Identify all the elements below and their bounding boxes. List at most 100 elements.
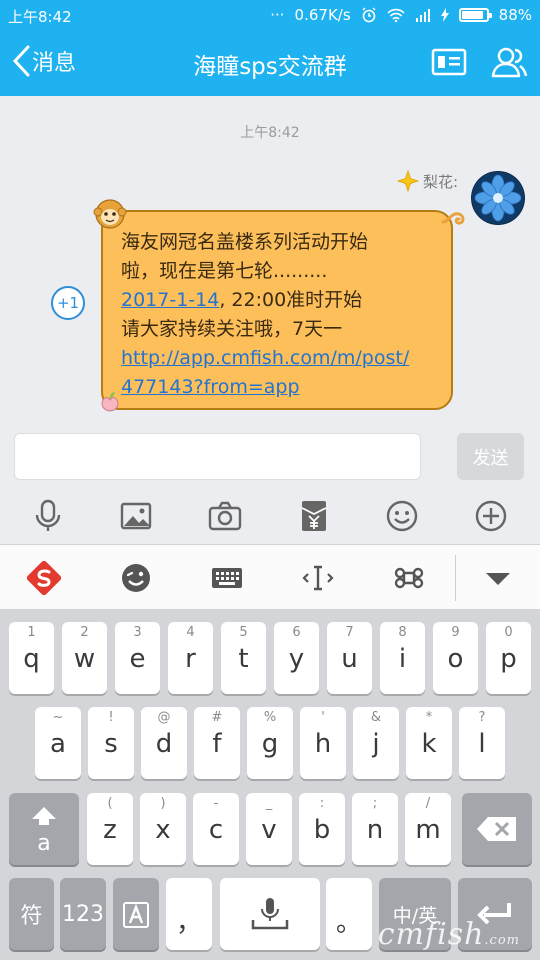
key-letter: k (421, 729, 437, 759)
key-y[interactable]: 6y (274, 622, 319, 694)
key-i[interactable]: 8i (380, 622, 425, 694)
key-hint: 6 (292, 625, 301, 640)
voice-input-icon (251, 898, 289, 930)
key-u[interactable]: 7u (327, 622, 372, 694)
key-h[interactable]: ' h (300, 707, 346, 779)
comma-label: ， (175, 908, 202, 938)
group-members-button[interactable] (489, 44, 529, 80)
camera-button[interactable] (207, 498, 243, 534)
numbers-key[interactable]: 123 (60, 878, 106, 950)
key-m[interactable]: / m (405, 793, 451, 865)
shift-arrow-icon (32, 807, 56, 825)
status-bar: 上午8:42 ··· 0.67K/s 88% (0, 0, 540, 30)
status-indicators: ··· 0.67K/s 88% (270, 6, 532, 24)
cursor-move-icon (302, 565, 334, 591)
chat-area[interactable]: 上午8:42 梨花: +1 海友网冠名盖楼系列活动开始 啦，现在是第七轮....… (0, 96, 540, 426)
key-d[interactable]: @ d (141, 707, 187, 779)
shift-key[interactable]: a (9, 793, 79, 865)
profile-card-icon (431, 48, 467, 76)
date-link[interactable]: 2017-1-14 (121, 289, 219, 311)
keyboard-layout-key[interactable] (113, 878, 159, 950)
key-letter: r (185, 644, 196, 674)
camera-icon (208, 501, 242, 531)
key-e[interactable]: 3e (115, 622, 160, 694)
key-l[interactable]: ? l (459, 707, 505, 779)
key-letter: z (103, 815, 117, 845)
key-f[interactable]: # f (194, 707, 240, 779)
key-x[interactable]: ) x (140, 793, 186, 865)
send-button[interactable]: 发送 (457, 433, 524, 480)
red-packet-button[interactable] (296, 498, 332, 534)
key-w[interactable]: 2w (62, 622, 107, 694)
key-letter: q (23, 644, 40, 674)
key-letter: x (155, 815, 171, 845)
key-hint: : (319, 796, 325, 811)
key-v[interactable]: _ v (246, 793, 292, 865)
period-key[interactable]: 。 (326, 878, 372, 950)
key-letter: n (366, 815, 384, 845)
url-link-part[interactable]: http://app.cmfish.com/m/post/ (121, 347, 409, 369)
key-z[interactable]: (z (87, 793, 133, 865)
keyboard-switch-button[interactable] (209, 560, 245, 596)
backspace-key[interactable] (462, 793, 532, 865)
key-p[interactable]: 0p (486, 622, 531, 694)
key-j[interactable]: & j (353, 707, 399, 779)
key-hint: # (211, 710, 223, 725)
key-a[interactable]: ~ a (35, 707, 81, 779)
key-k[interactable]: * k (406, 707, 452, 779)
url-link-part[interactable]: 477143?from=app (121, 376, 300, 398)
plus-icon (475, 500, 507, 532)
voice-button[interactable] (30, 498, 66, 534)
emoji-button[interactable] (384, 498, 420, 534)
sender-name: 梨花: (422, 172, 458, 191)
key-g[interactable]: % g (247, 707, 293, 779)
back-button[interactable]: 消息 (10, 44, 76, 78)
language-switch-key[interactable]: 中/英 (379, 878, 451, 950)
gallery-button[interactable] (118, 498, 154, 534)
key-hint: 3 (133, 625, 142, 640)
backspace-icon (477, 817, 516, 841)
enter-key[interactable] (458, 878, 532, 950)
more-button[interactable] (473, 498, 509, 534)
key-letter: o (447, 644, 464, 674)
key-letter: c (208, 815, 224, 845)
message-bubble[interactable]: 海友网冠名盖楼系列活动开始 啦，现在是第七轮......... 2017-1-1… (101, 210, 453, 410)
key-q[interactable]: 1q (9, 622, 54, 694)
key-hint: 4 (186, 625, 195, 640)
cursor-move-button[interactable] (300, 560, 336, 596)
key-letter: i (398, 644, 407, 674)
key-o[interactable]: 9o (433, 622, 478, 694)
back-arrow-icon (12, 45, 30, 77)
shortcut-button[interactable] (391, 560, 427, 596)
comma-key[interactable]: ， (166, 878, 212, 950)
peach-decoration-icon (101, 392, 119, 412)
key-letter: g (261, 729, 279, 759)
back-label: 消息 (32, 51, 77, 76)
key-s[interactable]: ! s (88, 707, 134, 779)
key-c[interactable]: -c (193, 793, 239, 865)
ime-logo-button[interactable] (26, 560, 62, 596)
key-letter: w (73, 644, 96, 674)
key-letter: b (313, 815, 331, 845)
symbols-key[interactable]: 符 (9, 878, 54, 950)
keyboard-emoji-button[interactable] (118, 560, 154, 596)
language-label: 中/英 (392, 904, 438, 927)
key-b[interactable]: :b (299, 793, 345, 865)
key-n[interactable]: ; n (352, 793, 398, 865)
message-input[interactable] (14, 433, 421, 480)
url-link[interactable]: http://app.cmfish.com/m/post/ (121, 344, 435, 373)
key-hint: @ (157, 710, 171, 725)
key-r[interactable]: 4r (168, 622, 213, 694)
red-packet-icon (301, 501, 327, 531)
key-t[interactable]: 5t (221, 622, 266, 694)
url-link[interactable]: 477143?from=app (121, 373, 435, 402)
key-hint: 2 (80, 625, 89, 640)
enter-icon (477, 903, 511, 925)
plus-one-button[interactable]: +1 (51, 286, 85, 320)
key-letter: t (238, 644, 249, 674)
key-hint: 1 (27, 625, 36, 640)
sender-avatar[interactable] (471, 171, 525, 225)
hide-keyboard-button[interactable] (480, 560, 516, 596)
space-key[interactable] (220, 878, 320, 950)
group-info-button[interactable] (429, 44, 469, 80)
